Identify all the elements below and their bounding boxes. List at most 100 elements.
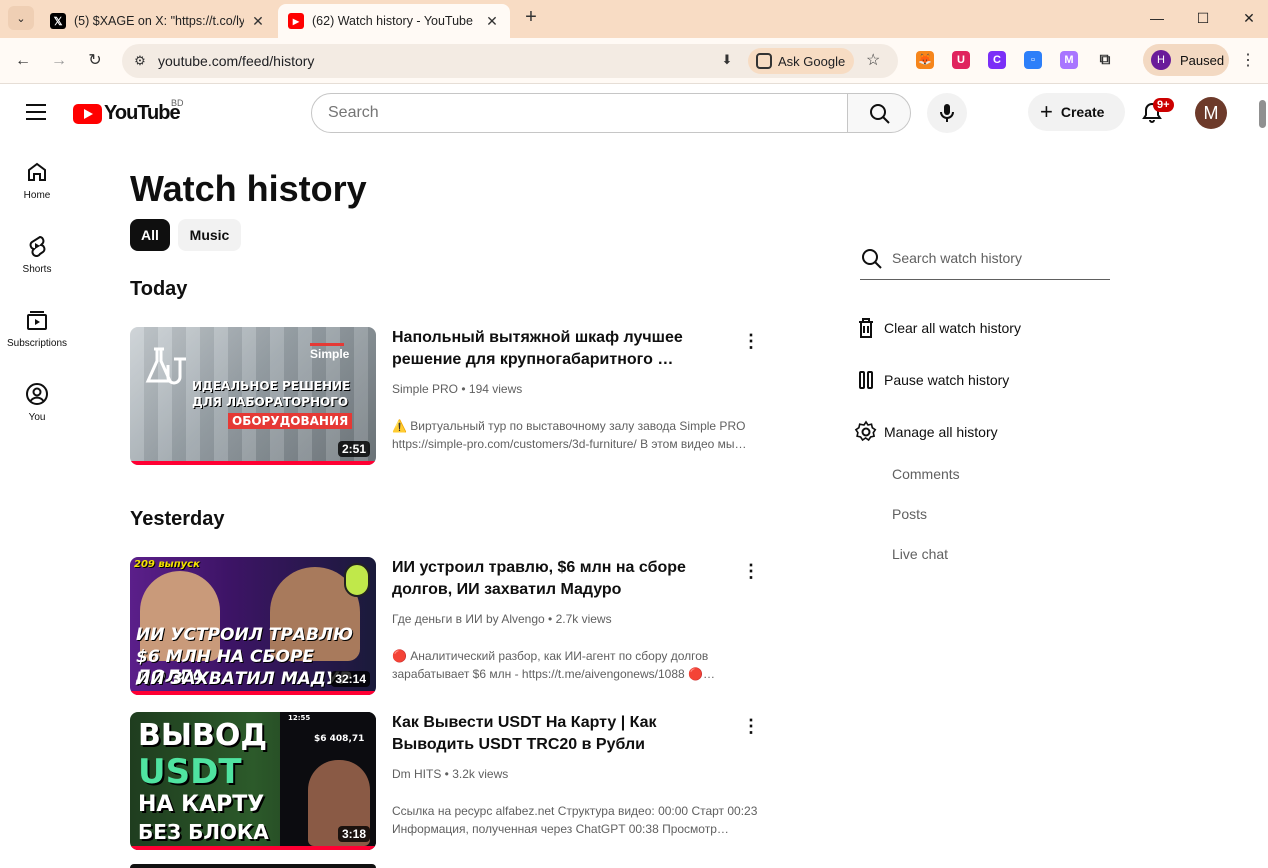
create-button[interactable]: + Create [1028, 93, 1125, 131]
view-count: 2.7k views [555, 612, 612, 626]
chevron-down-icon: ⌄ [16, 12, 26, 25]
maximize-button[interactable]: ☐ [1188, 6, 1218, 30]
thumb-brand: Simple [310, 347, 350, 361]
m-extension-icon[interactable]: M [1060, 51, 1078, 69]
youtube-logo-icon: ▶ [288, 13, 304, 29]
ask-google-button[interactable]: Ask Google [748, 48, 854, 74]
browser-tab-youtube[interactable]: ▶ (62) Watch history - YouTube ✕ [278, 4, 510, 38]
history-live-chat-link[interactable]: Live chat [892, 546, 948, 562]
voice-search-button[interactable] [927, 93, 967, 133]
country-code: BD [171, 98, 184, 108]
back-arrow-icon[interactable]: ← [10, 48, 36, 74]
video-title[interactable]: ИИ устроил травлю, $6 млн на сборе долго… [392, 557, 738, 601]
metamask-extension-icon[interactable]: 🦊 [916, 51, 934, 69]
x-logo-icon: 𝕏 [50, 13, 66, 29]
screen-extension-icon[interactable]: ▫ [1024, 51, 1042, 69]
search-watch-history-field[interactable]: Search watch history [860, 243, 1110, 280]
close-tab-icon[interactable]: ✕ [484, 13, 500, 30]
channel-name[interactable]: Где деньги в ИИ by Alvengo [392, 612, 545, 626]
install-app-icon[interactable]: ⬇ [718, 52, 736, 70]
sidebar-item-label: Shorts [22, 264, 52, 275]
browser-menu-icon[interactable]: ⋮ [1240, 50, 1256, 70]
sidebar-item-home[interactable]: Home [0, 160, 74, 230]
video-title[interactable]: Как Вывести USDT На Карту | Как Выводить… [392, 712, 738, 756]
subscriptions-icon [27, 311, 47, 330]
pause-watch-history-button[interactable]: Pause watch history [854, 368, 1009, 392]
channel-name[interactable]: Simple PRO [392, 382, 458, 396]
microphone-icon [940, 104, 954, 122]
lab-flask-icon [145, 347, 186, 385]
profile-avatar: H [1151, 50, 1171, 70]
search-input[interactable]: Search [311, 93, 848, 133]
sidebar-item-subscriptions[interactable]: Subscriptions [0, 308, 74, 378]
search-button[interactable] [847, 93, 911, 133]
sidebar-item-you[interactable]: You [0, 382, 74, 452]
profile-button[interactable]: H Paused [1143, 44, 1229, 76]
scrollbar-thumb[interactable] [1259, 100, 1266, 128]
new-tab-button[interactable]: + [520, 6, 542, 30]
chip-all[interactable]: All [130, 219, 170, 251]
bookmark-star-icon[interactable]: ☆ [866, 50, 880, 70]
chip-music[interactable]: Music [178, 219, 241, 251]
pause-icon [859, 371, 873, 389]
video-item[interactable]: ВЫВОД USDT НА КАРТУ БЕЗ БЛОКА 12:55 $6 4… [130, 712, 770, 850]
video-description: 🔴 Аналитический разбор, как ИИ-агент по … [392, 649, 715, 681]
video-thumbnail[interactable]: ВЫВОД USDT НА КАРТУ БЕЗ БЛОКА 12:55 $6 4… [130, 712, 376, 850]
more-actions-icon[interactable]: ⋮ [742, 331, 760, 351]
watch-progress-bar [130, 846, 376, 850]
section-heading-yesterday: Yesterday [130, 508, 225, 530]
search-icon [870, 104, 890, 124]
more-actions-icon[interactable]: ⋮ [742, 561, 760, 581]
more-actions-icon[interactable]: ⋮ [742, 716, 760, 736]
clear-watch-history-label: Clear all watch history [884, 320, 1021, 336]
url-text[interactable]: youtube.com/feed/history [158, 53, 314, 69]
thumb-text-line: ИИ ЗАХВАТИЛ МАДУР [136, 669, 352, 689]
sidebar-item-shorts[interactable]: Shorts [0, 234, 74, 304]
tab-title: (5) $XAGE on X: "https://t.co/lyj [74, 14, 244, 28]
plus-icon: + [1040, 99, 1053, 124]
browser-tab-strip: ⌄ 𝕏 (5) $XAGE on X: "https://t.co/lyj ✕ … [0, 0, 1268, 38]
sidebar-item-label: Subscriptions [6, 338, 68, 349]
pause-watch-history-label: Pause watch history [884, 372, 1010, 388]
c-extension-icon[interactable]: C [988, 51, 1006, 69]
thumb-phone-balance: $6 408,71 [314, 734, 365, 744]
tab-search-button[interactable]: ⌄ [8, 6, 34, 30]
history-comments-link[interactable]: Comments [892, 466, 960, 482]
video-item[interactable]: 209 выпуск ИИ УСТРОИЛ ТРАВЛЮ $6 МЛН НА С… [130, 557, 770, 695]
video-duration: 32:14 [331, 671, 370, 687]
manage-history-button[interactable]: Manage all history [854, 420, 998, 444]
close-window-button[interactable]: ✕ [1234, 6, 1264, 30]
video-title[interactable]: Напольный вытяжной шкаф лучшее решение д… [392, 327, 738, 371]
forward-arrow-icon[interactable]: → [46, 48, 72, 74]
browser-tab-x[interactable]: 𝕏 (5) $XAGE on X: "https://t.co/lyj ✕ [40, 4, 276, 38]
video-item[interactable]: Simple ИДЕАЛЬНОЕ РЕШЕНИЕ ДЛЯ ЛАБОРАТОРНО… [130, 327, 770, 465]
search-icon [862, 249, 882, 269]
channel-name[interactable]: Dm HITS [392, 767, 441, 781]
minimize-button[interactable]: — [1142, 6, 1172, 30]
site-info-icon[interactable]: ⚙ [130, 51, 150, 71]
video-duration: 3:18 [337, 826, 370, 842]
video-thumbnail[interactable]: 209 выпуск ИИ УСТРОИЛ ТРАВЛЮ $6 МЛН НА С… [130, 557, 376, 695]
section-heading-today: Today [130, 278, 188, 300]
notifications-badge: 9+ [1153, 98, 1174, 112]
page-scrollbar[interactable] [1256, 85, 1268, 868]
sidebar-item-label: You [28, 412, 46, 423]
account-avatar[interactable]: M [1195, 97, 1227, 129]
youtube-logo[interactable]: YouTube BD [73, 98, 184, 125]
shield-extension-icon[interactable]: U [952, 51, 970, 69]
close-tab-icon[interactable]: ✕ [250, 13, 266, 30]
watch-progress-bar [130, 691, 376, 695]
profile-status: Paused [1180, 52, 1225, 68]
clear-watch-history-button[interactable]: Clear all watch history [854, 316, 1021, 340]
hamburger-menu-icon[interactable] [26, 104, 46, 120]
reload-icon[interactable]: ↻ [82, 48, 108, 74]
shorts-icon [29, 235, 46, 257]
video-thumbnail[interactable]: Simple ИДЕАЛЬНОЕ РЕШЕНИЕ ДЛЯ ЛАБОРАТОРНО… [130, 327, 376, 465]
video-thumbnail-partial[interactable] [130, 864, 376, 868]
history-posts-link[interactable]: Posts [892, 506, 927, 522]
youtube-wordmark: YouTube [104, 102, 181, 124]
extensions-puzzle-icon[interactable]: ⧉ [1096, 51, 1114, 69]
manage-history-label: Manage all history [884, 424, 998, 440]
view-count: 194 views [468, 382, 523, 396]
address-bar[interactable]: ⚙ youtube.com/feed/history ⬇ Ask Google … [122, 44, 898, 78]
